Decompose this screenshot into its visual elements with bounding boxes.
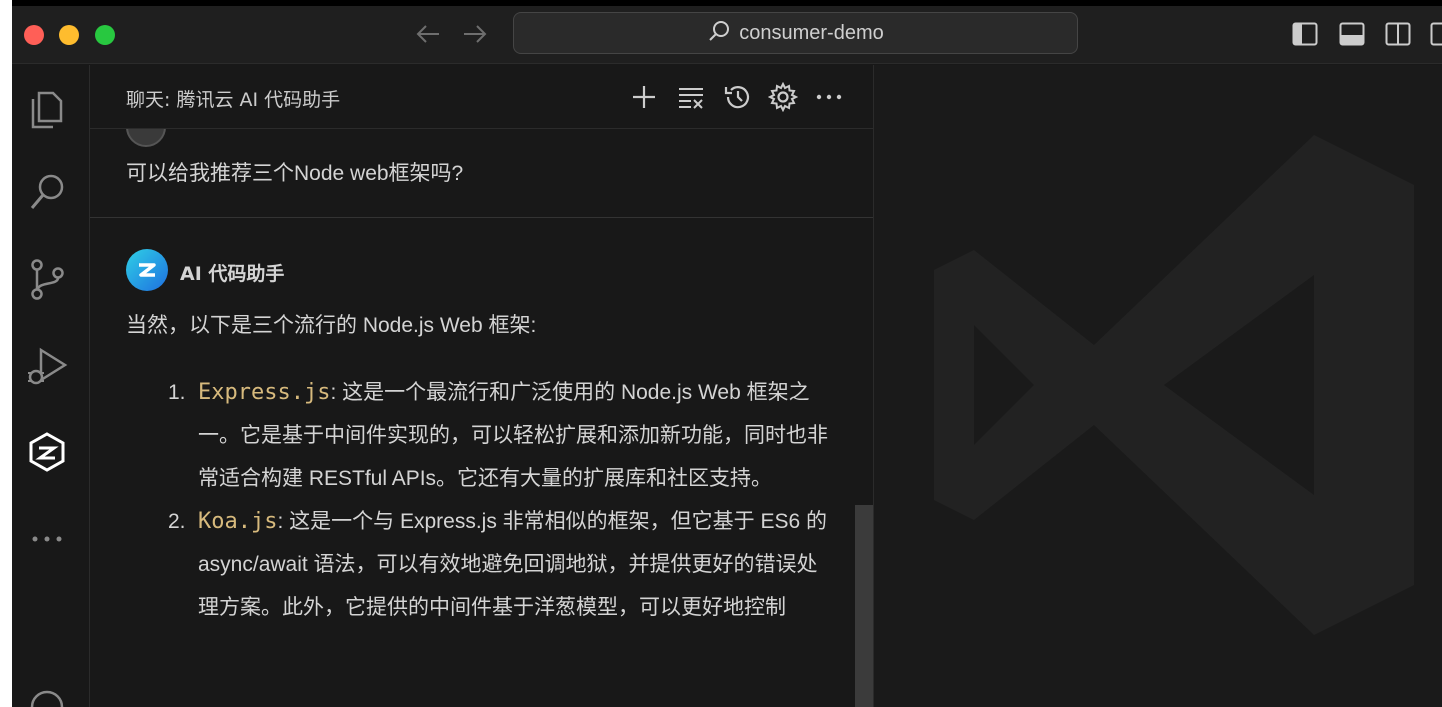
chat-panel: 聊天: 腾讯云 AI 代码助手 可以给我推荐三个Node web框架吗? AI … (90, 65, 874, 707)
user-message: 可以给我推荐三个Node web框架吗? (126, 162, 464, 185)
search-icon[interactable] (25, 170, 69, 214)
vscode-window: consumer-demo 聊天: 腾讯云 AI 代码助手 可以给我推荐三个No… (12, 0, 1442, 707)
list-item-number: 2. (168, 510, 186, 533)
new-chat-icon[interactable] (628, 81, 660, 113)
forward-arrow-icon[interactable] (461, 20, 489, 48)
source-control-icon[interactable] (25, 257, 69, 301)
history-icon[interactable] (721, 81, 753, 113)
toggle-panel-icon[interactable] (1339, 21, 1365, 47)
list-item: 2. Koa.js: 这是一个与 Express.js 非常相似的框架，但它基于… (168, 500, 838, 629)
chat-header: 聊天: 腾讯云 AI 代码助手 (90, 65, 873, 129)
run-and-debug-icon[interactable] (25, 345, 69, 389)
title-bar: consumer-demo (12, 6, 1442, 64)
chat-scrollbar[interactable] (855, 505, 873, 707)
editor-area (874, 65, 1442, 707)
back-arrow-icon[interactable] (414, 20, 442, 48)
list-item: 1. Express.js: 这是一个最流行和广泛使用的 Node.js Web… (168, 371, 838, 500)
account-icon[interactable] (25, 685, 69, 707)
framework-name: Express.js (198, 380, 331, 405)
minimize-window-button[interactable] (59, 25, 79, 45)
list-item-number: 1. (168, 381, 186, 404)
toggle-secondary-sidebar-icon[interactable] (1385, 21, 1411, 47)
framework-name: Koa.js (198, 509, 278, 534)
clear-chat-icon[interactable] (675, 81, 707, 113)
framework-description: : 这是一个与 Express.js 非常相似的框架，但它基于 ES6 的 as… (198, 510, 828, 619)
assistant-name: AI 代码助手 (180, 263, 285, 285)
message-divider (90, 217, 873, 218)
explorer-icon[interactable] (25, 85, 69, 129)
assistant-intro: 当然，以下是三个流行的 Node.js Web 框架: (126, 314, 537, 337)
close-window-button[interactable] (24, 25, 44, 45)
vscode-logo-watermark-icon (934, 135, 1414, 635)
toggle-primary-sidebar-icon[interactable] (1292, 21, 1318, 47)
more-actions-icon[interactable] (813, 81, 845, 113)
search-icon (707, 19, 731, 47)
chat-panel-title: 聊天: 腾讯云 AI 代码助手 (126, 89, 341, 111)
maximize-window-button[interactable] (95, 25, 115, 45)
search-text: consumer-demo (739, 21, 884, 44)
customize-layout-icon[interactable] (1430, 21, 1442, 47)
more-views-icon[interactable] (25, 517, 69, 561)
gear-icon[interactable] (767, 81, 799, 113)
command-center-search[interactable]: consumer-demo (513, 12, 1078, 54)
tencent-cloud-ai-assistant-icon[interactable] (25, 430, 69, 474)
activity-bar (12, 65, 90, 707)
assistant-avatar (126, 249, 168, 291)
answer-list: 1. Express.js: 这是一个最流行和广泛使用的 Node.js Web… (168, 371, 838, 629)
